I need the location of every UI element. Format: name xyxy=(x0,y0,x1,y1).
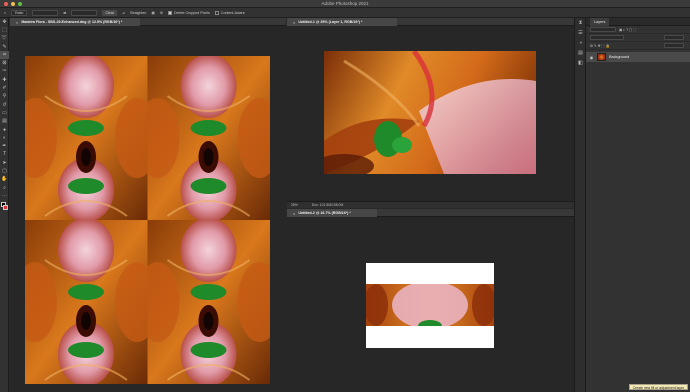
tooltip: Create new fill or adjustment layer xyxy=(628,384,688,390)
blend-mode-row xyxy=(586,34,690,42)
layer-filter-row: ▣ ◐ T ▢ ⬚ xyxy=(586,26,690,34)
more-tools-icon[interactable]: ⋯ xyxy=(0,192,9,200)
hand-tool-icon[interactable]: ✋ xyxy=(0,176,9,184)
blur-tool-icon[interactable]: ● xyxy=(0,126,9,134)
content-aware-option: Content-Aware xyxy=(214,10,245,16)
straighten-label: Straighten xyxy=(130,10,147,15)
swap-icon[interactable]: ⇄ xyxy=(63,10,66,16)
close-tab-icon[interactable]: × xyxy=(293,211,295,216)
crop-tool-icon[interactable]: ⌗ xyxy=(4,10,6,16)
canvas-white-area[interactable] xyxy=(366,263,494,348)
doc-size-info: Doc: 121.5M/108.0M xyxy=(311,203,344,207)
content-aware-checkbox[interactable] xyxy=(214,10,219,15)
document-window-bottom-right: × Untitled-2 @ 16.7% (RGB/16*) * xyxy=(287,209,574,392)
app-title: Adobe Photoshop 2021 xyxy=(321,1,369,6)
path-selection-tool-icon[interactable]: ➤ xyxy=(0,159,9,167)
height-field[interactable] xyxy=(71,9,98,16)
document-tab-label: Untitled-1 @ 25% (Layer 1, RGB/16*) * xyxy=(298,20,363,24)
fill-field[interactable] xyxy=(664,43,684,48)
dodge-tool-icon[interactable]: ◐ xyxy=(0,134,9,142)
clear-button[interactable]: Clear xyxy=(102,9,118,16)
lasso-tool-icon[interactable]: ➰ xyxy=(0,35,9,43)
layers-panel-header: Layers xyxy=(586,17,690,26)
document-tab-bar: × Untitled-1 @ 25% (Layer 1, RGB/16*) * xyxy=(287,18,574,26)
brush-tool-icon[interactable]: ✐ xyxy=(0,84,9,92)
delete-cropped-option: Delete Cropped Pixels xyxy=(168,10,210,16)
document-tab-label: Untitled-2 @ 16.7% (RGB/16*) * xyxy=(298,211,351,215)
healing-brush-tool-icon[interactable]: ✚ xyxy=(0,76,9,84)
tools-panel: ✥ ⬚ ➰ ✎ ⌗ ⊠ ✑ ✚ ✐ ⚲ ↺ ▭ ▤ ● ◐ ✒ T ➤ ▢ ✋ … xyxy=(0,18,9,392)
clone-stamp-tool-icon[interactable]: ⚲ xyxy=(0,93,9,101)
document-tab-bar: × Madeira Flora - SBS-29-Enhanced.dng @ … xyxy=(10,18,286,26)
lock-row: ⊞ ✎ ✥ ⬚ 🔒 xyxy=(586,42,690,50)
type-tool-icon[interactable]: T xyxy=(0,151,9,159)
flower-closeup-image[interactable] xyxy=(324,51,536,174)
filter-icons[interactable]: ▣ ◐ T ▢ ⬚ xyxy=(619,28,636,32)
content-aware-label: Content-Aware xyxy=(220,10,245,15)
eye-icon[interactable]: ◉ xyxy=(589,55,594,60)
move-tool-icon[interactable]: ✥ xyxy=(0,18,9,26)
layer-kind-filter[interactable] xyxy=(590,27,616,32)
zoom-level[interactable]: 25% xyxy=(291,203,298,207)
eraser-tool-icon[interactable]: ▭ xyxy=(0,109,9,117)
document-window-left: × Madeira Flora - SBS-29-Enhanced.dng @ … xyxy=(10,18,286,392)
opacity-field[interactable] xyxy=(664,35,684,40)
width-field[interactable] xyxy=(32,9,59,16)
document-window-top-right: × Untitled-1 @ 25% (Layer 1, RGB/16*) * xyxy=(287,18,574,208)
document-tab-top-right[interactable]: × Untitled-1 @ 25% (Layer 1, RGB/16*) * xyxy=(287,18,397,26)
blend-mode-select[interactable] xyxy=(590,35,624,40)
zoom-tool-icon[interactable]: ⌕ xyxy=(0,184,9,192)
strip-artwork xyxy=(366,284,494,326)
close-tab-icon[interactable]: × xyxy=(16,20,18,25)
frame-tool-icon[interactable]: ⊠ xyxy=(0,59,9,67)
eyedropper-tool-icon[interactable]: ✑ xyxy=(0,68,9,76)
status-bar: 25% Doc: 121.5M/108.0M xyxy=(287,201,574,208)
panel-icon-strip: ⧗ ☰ ◑ ▤ ◧ xyxy=(574,18,585,392)
quick-select-tool-icon[interactable]: ✎ xyxy=(0,43,9,51)
flower-closeup-artwork xyxy=(324,51,536,174)
background-color-swatch[interactable] xyxy=(3,204,8,210)
gradient-tool-icon[interactable]: ▤ xyxy=(0,118,9,126)
delete-cropped-label: Delete Cropped Pixels xyxy=(174,10,210,15)
lock-icons[interactable]: ⊞ ✎ ✥ ⬚ 🔒 xyxy=(590,44,610,48)
delete-cropped-checkbox[interactable] xyxy=(168,10,173,15)
document-tab-bottom-right[interactable]: × Untitled-2 @ 16.7% (RGB/16*) * xyxy=(287,209,377,217)
color-swatches[interactable] xyxy=(0,201,9,215)
grid-overlay-icon[interactable]: ▦ xyxy=(151,10,154,16)
layer-name: Background xyxy=(609,55,630,59)
document-tab-bar: × Untitled-2 @ 16.7% (RGB/16*) * xyxy=(287,209,574,217)
layers-tab[interactable]: Layers xyxy=(590,17,610,26)
layer-background[interactable]: ◉ Background xyxy=(586,52,690,62)
rectangle-tool-icon[interactable]: ▢ xyxy=(0,167,9,175)
history-brush-tool-icon[interactable]: ↺ xyxy=(0,101,9,109)
settings-gear-icon[interactable]: ⚙ xyxy=(160,10,163,16)
document-tab-label: Madeira Flora - SBS-29-Enhanced.dng @ 12… xyxy=(21,20,123,24)
marquee-tool-icon[interactable]: ⬚ xyxy=(0,26,9,34)
kaleidoscope-artwork xyxy=(25,56,270,384)
kaleidoscope-image[interactable] xyxy=(25,56,270,384)
straighten-icon[interactable]: ⊿ xyxy=(122,10,125,16)
document-tab-left[interactable]: × Madeira Flora - SBS-29-Enhanced.dng @ … xyxy=(10,18,140,26)
options-bar: ⌗ Ratio ⇄ Clear ⊿ Straighten ▦ ⚙ Delete … xyxy=(0,8,690,18)
ratio-select[interactable]: Ratio xyxy=(11,9,28,16)
layer-thumbnail xyxy=(597,53,606,61)
title-bar: Adobe Photoshop 2021 xyxy=(0,0,690,8)
close-tab-icon[interactable]: × xyxy=(293,20,295,25)
pen-tool-icon[interactable]: ✒ xyxy=(0,142,9,150)
crop-tool-icon[interactable]: ⌗ xyxy=(0,51,9,60)
layers-panel: Layers ▣ ◐ T ▢ ⬚ ⊞ ✎ ✥ ⬚ 🔒 ◉ Background xyxy=(585,17,690,392)
